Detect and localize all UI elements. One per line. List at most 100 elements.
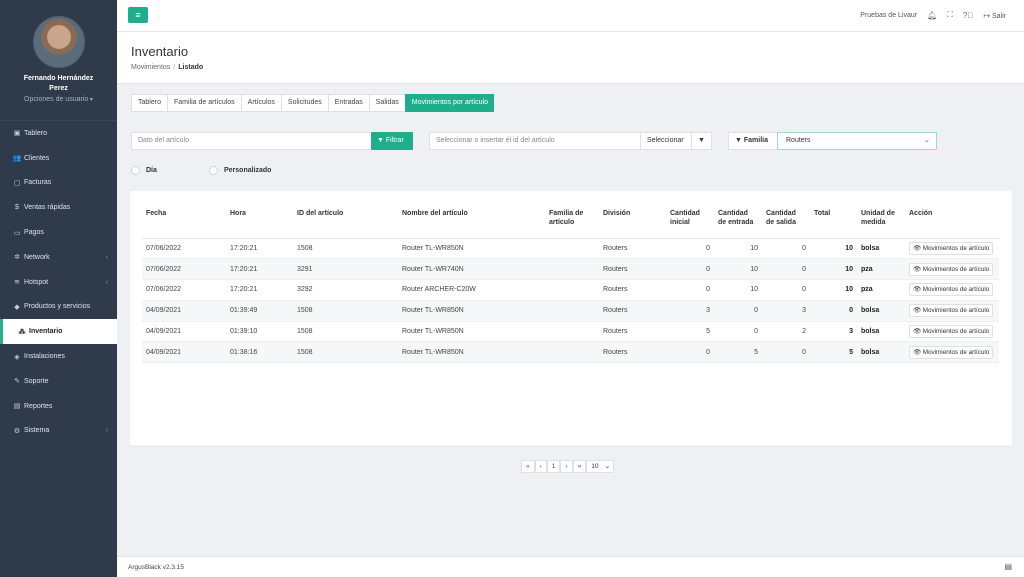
next-page-button[interactable]: ›: [560, 460, 573, 473]
radio-circle[interactable]: [131, 166, 140, 175]
column-header[interactable]: ID del artículo: [293, 205, 398, 239]
per-page-select[interactable]: 10 ⌄: [586, 460, 615, 473]
breadcrumb-current: Listado: [178, 64, 204, 71]
cell-id: 1508: [293, 341, 398, 364]
column-header[interactable]: Hora: [226, 205, 293, 239]
item-movements-button[interactable]: 👁︎ Movimientos de artículo: [909, 304, 994, 318]
column-header[interactable]: Nombre del artículo: [398, 205, 545, 239]
item-search-input[interactable]: Dato del artículo: [131, 132, 372, 150]
family-select[interactable]: Routers ⌄: [777, 132, 937, 150]
table-row[interactable]: 04/09/2021 01:39:10 1508 Router TL-WR850N Ro…: [142, 321, 999, 343]
sidebar-item-reportes[interactable]: ▤ Reportes: [0, 394, 117, 419]
item-movements-button[interactable]: 👁︎ Movimientos de artículo: [909, 262, 994, 276]
sidebar-item-network[interactable]: ✲ Network ‹: [0, 245, 117, 270]
sidebar-item-label: Reportes: [24, 402, 53, 410]
sidebar-item-ventas-rápidas[interactable]: $ Ventas rápidas: [0, 195, 117, 220]
item-movements-label: Movimientos de artículo: [922, 244, 990, 252]
per-page-value: 10: [591, 463, 599, 470]
item-id-input[interactable]: Seleccionar o insertar él id del artícul…: [429, 132, 641, 150]
funnel-icon[interactable]: ▼: [691, 132, 712, 150]
table-row[interactable]: 04/09/2021 01:38:16 1508 Router TL-WR850N Ro…: [142, 341, 999, 364]
chevron-left-icon: ‹: [105, 427, 108, 435]
sidebar-item-tablero[interactable]: ▣ Tablero: [0, 121, 117, 146]
cell-nombre: Router TL-WR850N: [398, 321, 545, 343]
bell-icon[interactable]: 🔔︎: [927, 11, 937, 20]
cell-familia: [545, 300, 599, 322]
column-header[interactable]: Unidad de medida: [857, 205, 905, 239]
select-button[interactable]: Seleccionar: [640, 132, 692, 150]
table-row[interactable]: 07/06/2022 17:20:21 3291 Router TL-WR740N Ro…: [142, 258, 999, 281]
radio-personalizado[interactable]: Personalizado: [209, 166, 271, 175]
tab-entradas[interactable]: Entradas: [327, 94, 369, 112]
sidebar-item-inventario[interactable]: ⁂ Inventario: [0, 319, 117, 345]
logout-label: Salir: [991, 12, 1006, 20]
tab-familia-de-artículos[interactable]: Familia de artículos: [166, 94, 241, 112]
cell-fecha: 07/06/2022: [142, 279, 226, 301]
sidebar-item-clientes[interactable]: 👥 Clientes: [0, 146, 117, 171]
column-header[interactable]: Cantidad inicial: [666, 205, 714, 239]
item-movements-button[interactable]: 👁︎ Movimientos de artículo: [909, 283, 994, 297]
sidebar-item-label: Hotspot: [24, 278, 49, 286]
filter-button[interactable]: ▼ Filtrar: [371, 132, 413, 150]
cell-action: 👁︎ Movimientos de artículo: [905, 238, 999, 260]
sidebar-item-productos-y-servicios[interactable]: ◆ Productos y servicios: [0, 295, 117, 320]
column-header[interactable]: Familia de artículo: [545, 205, 599, 239]
sidebar-item-label: Inventario: [29, 328, 63, 336]
movements-card: Fecha Hora ID del artículo Nombre del artíc…: [130, 191, 1012, 445]
avatar[interactable]: [32, 16, 85, 68]
column-header[interactable]: Cantidad de salida: [762, 205, 810, 239]
user-options-dropdown[interactable]: Opciones de usuario: [0, 96, 117, 103]
cell-entrada: 5: [714, 341, 762, 364]
cell-division: Routers: [599, 300, 666, 322]
column-header[interactable]: Cantidad de entrada: [714, 205, 762, 239]
printer-icon[interactable]: ▤: [1004, 562, 1012, 571]
prev-page-button[interactable]: ‹: [534, 460, 547, 473]
column-header[interactable]: Fecha: [142, 205, 226, 239]
radio-dia[interactable]: Día: [131, 166, 201, 175]
tab-movimientos-por-artículo[interactable]: Movimientos por artículo: [404, 94, 495, 112]
cell-division: Routers: [599, 238, 666, 260]
cell-total: 0: [810, 300, 857, 322]
menu-toggle-button[interactable]: ≡: [128, 7, 148, 23]
sidebar-item-label: Facturas: [24, 179, 52, 187]
cell-salida: 3: [762, 300, 810, 322]
last-page-button[interactable]: »: [572, 460, 587, 473]
item-movements-button[interactable]: 👁︎ Movimientos de artículo: [909, 241, 994, 255]
help-icon[interactable]: ?⃝: [963, 11, 973, 20]
first-page-button[interactable]: «: [521, 460, 535, 473]
table-row[interactable]: 07/06/2022 17:20:21 1508 Router TL-WR850N Ro…: [142, 238, 999, 260]
logout-button[interactable]: ↦ Salir: [983, 11, 1006, 20]
breadcrumb-parent[interactable]: Movimientos: [131, 64, 170, 71]
column-header[interactable]: Acción: [905, 205, 999, 239]
sidebar-item-facturas[interactable]: ▢ Facturas: [0, 171, 117, 196]
column-header[interactable]: Total: [810, 205, 857, 239]
fullscreen-icon[interactable]: ⛶: [947, 10, 953, 20]
current-page[interactable]: 1: [546, 460, 561, 473]
table-row[interactable]: 07/06/2022 17:20:21 3292 Router ARCHER-C20W…: [142, 279, 999, 301]
cell-entrada: 10: [714, 279, 762, 301]
tab-artículos[interactable]: Artículos: [240, 94, 281, 112]
table-row[interactable]: 04/09/2021 01:39:49 1508 Router TL-WR850N Ro…: [142, 300, 999, 322]
cell-division: Routers: [599, 258, 666, 281]
sidebar-item-instalaciones[interactable]: ◈ Instalaciones: [0, 344, 117, 369]
cell-familia: [545, 238, 599, 260]
radio-circle[interactable]: [209, 166, 218, 175]
cell-hora: 01:39:10: [226, 321, 293, 343]
column-header[interactable]: División: [599, 205, 666, 239]
tab-tablero[interactable]: Tablero: [131, 94, 167, 112]
eye-icon: 👁︎: [913, 348, 921, 356]
sidebar-item-hotspot[interactable]: ≋ Hotspot ‹: [0, 270, 117, 295]
item-movements-label: Movimientos de artículo: [922, 265, 990, 273]
tab-solicitudes[interactable]: Solicitudes: [280, 94, 328, 112]
eye-icon: 👁︎: [913, 265, 921, 273]
sidebar-item-sistema[interactable]: ⚙ Sistema ‹: [0, 419, 117, 444]
cubes-icon: ⁂: [18, 328, 26, 336]
item-movements-label: Movimientos de artículo: [922, 307, 990, 315]
account-name[interactable]: Pruebas de Livaur: [860, 12, 917, 19]
cell-nombre: Router TL-WR850N: [398, 300, 545, 322]
sidebar-item-soporte[interactable]: ✎ Soporte: [0, 369, 117, 394]
item-movements-button[interactable]: 👁︎ Movimientos de artículo: [909, 325, 994, 339]
sidebar-item-pagos[interactable]: ▭ Pagos: [0, 220, 117, 245]
tab-salidas[interactable]: Salidas: [368, 94, 405, 112]
item-movements-button[interactable]: 👁︎ Movimientos de artículo: [909, 345, 994, 359]
